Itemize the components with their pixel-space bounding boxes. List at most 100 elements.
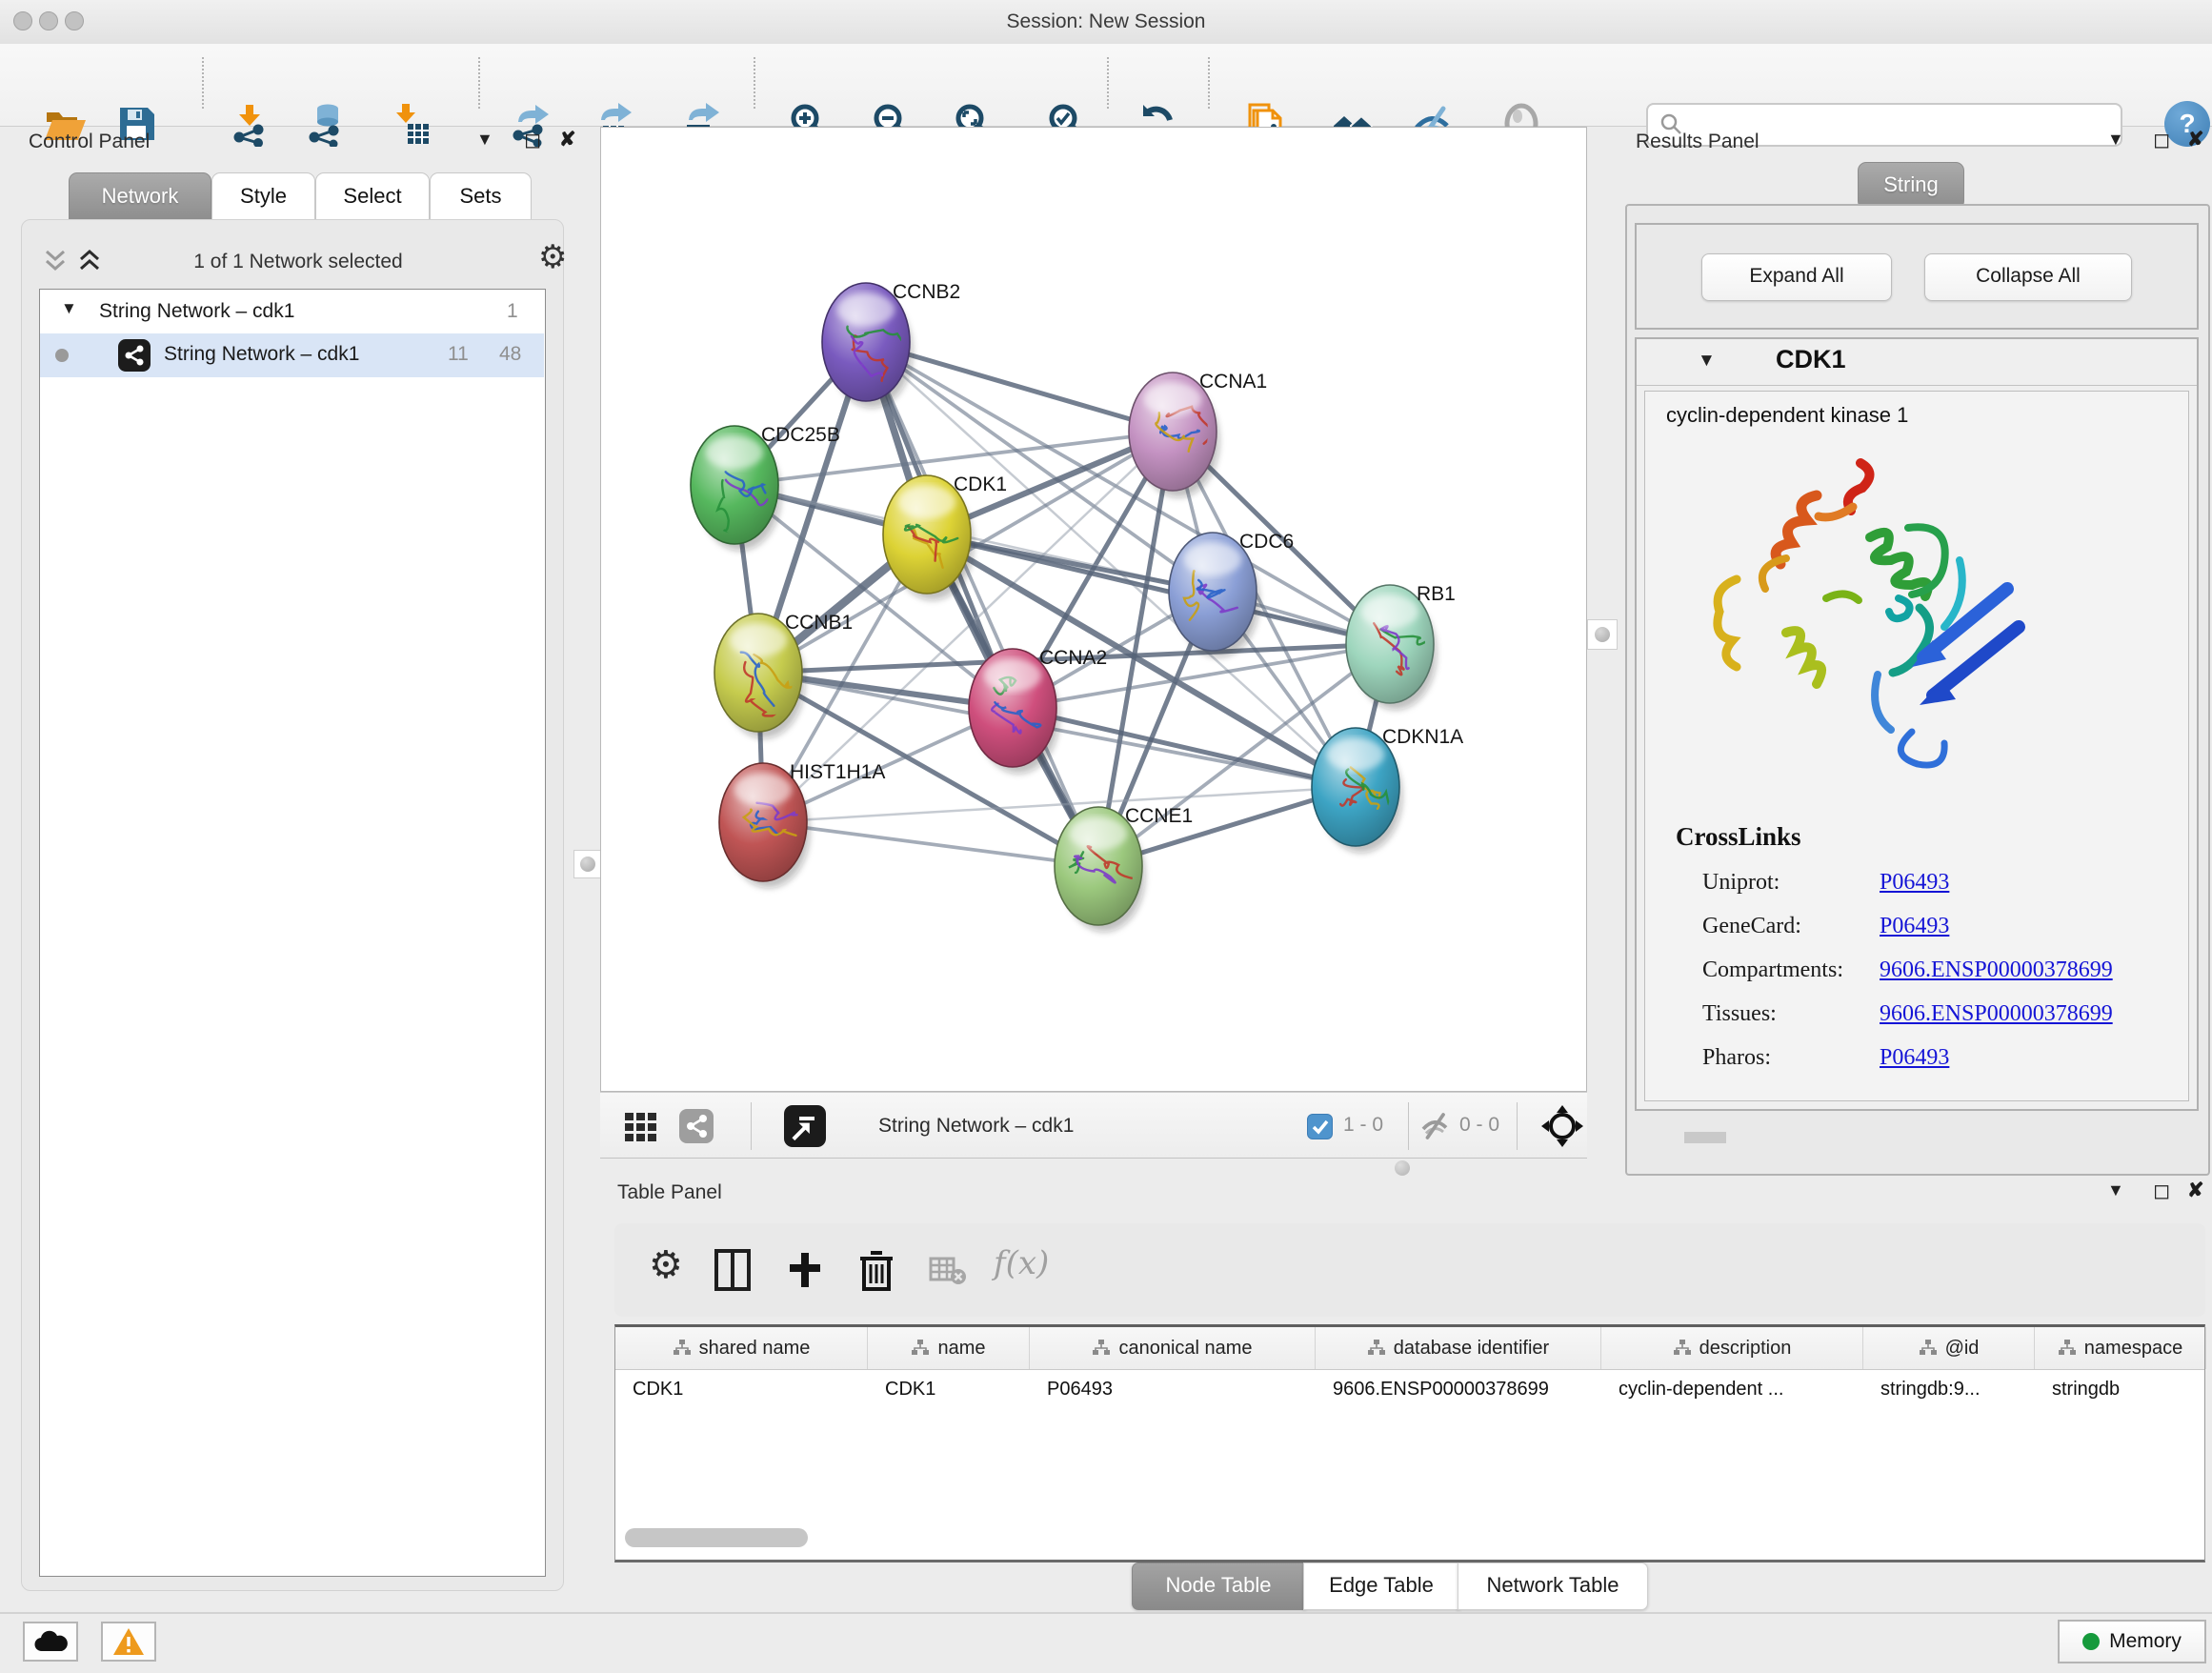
node-CDKN1A[interactable]: CDKN1A — [1312, 726, 1463, 853]
column-header-name[interactable]: name — [868, 1327, 1030, 1369]
panel-maximize-button[interactable]: ◻ — [524, 128, 541, 152]
tab-sets[interactable]: Sets — [430, 172, 532, 222]
gene-collapse-arrow-icon[interactable]: ▼ — [1698, 351, 1716, 372]
panel-float-button[interactable]: ▼ — [476, 130, 493, 150]
table-settings-gear[interactable]: ⚙ — [649, 1246, 683, 1284]
table-row[interactable]: CDK1CDK1P064939606.ENSP00000378699cyclin… — [615, 1370, 2204, 1408]
network-graph[interactable]: CCNB2CCNA1CDC25BCDK1CDC6RB1CCNB1CCNA2CDK… — [601, 128, 1586, 1091]
network-selected-summary: 1 of 1 Network selected — [127, 251, 470, 273]
main-toolbar: ? — [0, 44, 2212, 127]
node-label-CDC6: CDC6 — [1239, 531, 1294, 553]
string-share-badge-icon[interactable] — [679, 1109, 714, 1143]
crosslink-genecard[interactable]: P06493 — [1880, 914, 1949, 939]
tab-network[interactable]: Network — [69, 172, 211, 222]
column-header-canonical-name[interactable]: canonical name — [1030, 1327, 1316, 1369]
birdseye-grid-icon[interactable] — [624, 1109, 658, 1143]
panel-close-button[interactable]: ✘ — [2187, 1180, 2204, 1200]
node-table: shared name name canonical namedatabase id… — [614, 1324, 2205, 1562]
tab-node-table[interactable]: Node Table — [1132, 1562, 1305, 1610]
toolbar-separator — [1208, 57, 1210, 109]
edge-CCNA2-CDKN1A[interactable] — [1013, 708, 1356, 787]
node-label-CDKN1A: CDKN1A — [1382, 726, 1463, 748]
expand-all-button[interactable]: Expand All — [1701, 253, 1892, 301]
panel-maximize-button[interactable]: ◻ — [2153, 1179, 2170, 1203]
node-CCNE1[interactable]: CCNE1 — [1055, 805, 1193, 932]
tree-collapse-arrow-icon[interactable]: ▼ — [61, 299, 77, 318]
table-header-row[interactable]: shared name name canonical namedatabase id… — [615, 1327, 2204, 1370]
column-header-description[interactable]: description — [1601, 1327, 1863, 1369]
delete-column-icon[interactable] — [858, 1249, 895, 1291]
column-header-shared-name[interactable]: shared name — [615, 1327, 868, 1369]
panel-float-button[interactable]: ▼ — [2107, 1180, 2124, 1200]
crosslinks-title: CrossLinks — [1676, 822, 1801, 852]
tab-edge-table[interactable]: Edge Table — [1303, 1562, 1459, 1610]
selected-checkbox-icon[interactable] — [1307, 1114, 1333, 1139]
network-canvas[interactable]: CCNB2CCNA1CDC25BCDK1CDC6RB1CCNB1CCNA2CDK… — [600, 127, 1587, 1092]
tab-select[interactable]: Select — [315, 172, 430, 222]
tab-sets-label: Sets — [459, 184, 501, 208]
edge-HIST1H1A-CCNE1[interactable] — [763, 822, 1098, 866]
node-label-RB1: RB1 — [1417, 583, 1456, 605]
right-splitter-handle[interactable] — [1587, 619, 1618, 650]
tab-network-table-label: Network Table — [1487, 1573, 1619, 1597]
toolbar-divider — [1517, 1102, 1518, 1150]
fit-content-crosshair-icon[interactable] — [1539, 1103, 1585, 1149]
network-tab-container: 1 of 1 Network selected ⚙ ▼ String Netwo… — [21, 219, 564, 1591]
column-header-label: description — [1699, 1338, 1792, 1360]
node-label-CCNB1: CCNB1 — [785, 612, 853, 634]
show-columns-icon[interactable] — [714, 1249, 752, 1291]
network-options-gear[interactable]: ⚙ — [538, 241, 567, 273]
column-header-namespace[interactable]: namespace — [2035, 1327, 2206, 1369]
node-CCNB2[interactable]: CCNB2 — [822, 281, 960, 408]
table-hscrollbar[interactable] — [619, 1525, 2199, 1550]
add-column-icon[interactable] — [786, 1251, 824, 1289]
tab-string[interactable]: String — [1858, 162, 1964, 210]
column-header-label: shared name — [699, 1338, 811, 1360]
crosslink-compartments[interactable]: 9606.ENSP00000378699 — [1880, 957, 2113, 983]
left-splitter-handle[interactable] — [573, 850, 602, 878]
tab-network-table[interactable]: Network Table — [1458, 1562, 1648, 1610]
toolbar-separator — [1107, 57, 1109, 109]
window-title: Session: New Session — [0, 0, 2212, 44]
crosslink-pharos[interactable]: P06493 — [1880, 1045, 1949, 1071]
expand-all-icon[interactable] — [77, 249, 110, 273]
memory-button[interactable]: Memory — [2058, 1620, 2206, 1663]
panel-maximize-button[interactable]: ◻ — [2153, 128, 2170, 152]
crosslink-label: Uniprot: — [1702, 870, 1780, 896]
column-type-icon — [673, 1339, 692, 1358]
column-header--id[interactable]: @id — [1863, 1327, 2035, 1369]
table-cell: CDK1 — [868, 1370, 1030, 1408]
collapse-all-button[interactable]: Collapse All — [1924, 253, 2132, 301]
panel-close-button[interactable]: ✘ — [559, 130, 576, 150]
network-node-count: 11 — [448, 343, 469, 366]
node-CCNA2[interactable]: CCNA2 — [969, 647, 1107, 774]
column-header-label: name — [937, 1338, 985, 1360]
node-RB1[interactable]: RB1 — [1346, 583, 1456, 710]
column-header-label: namespace — [2084, 1338, 2182, 1360]
cloud-status-button[interactable] — [23, 1622, 78, 1662]
node-CCNA1[interactable]: CCNA1 — [1129, 371, 1267, 497]
node-HIST1H1A[interactable]: HIST1H1A — [719, 761, 885, 888]
hscrollbar-thumb[interactable] — [625, 1528, 808, 1547]
node-CCNB1[interactable]: CCNB1 — [714, 612, 853, 738]
network-tree-root-row[interactable]: ▼ String Network – cdk1 1 — [40, 292, 544, 333]
warning-status-button[interactable] — [101, 1622, 156, 1662]
tab-network-label: Network — [102, 184, 179, 208]
column-header-database-identifier[interactable]: database identifier — [1316, 1327, 1601, 1369]
node-label-CDC25B: CDC25B — [761, 424, 840, 446]
memory-label: Memory — [2109, 1630, 2182, 1653]
hidden-eye-slash-icon[interactable] — [1418, 1109, 1452, 1143]
panel-float-button[interactable]: ▼ — [2107, 130, 2124, 150]
open-in-window-badge[interactable] — [784, 1105, 826, 1147]
panel-close-button[interactable]: ✘ — [2187, 130, 2204, 150]
crosslink-tissues[interactable]: 9606.ENSP00000378699 — [1880, 1001, 2113, 1027]
tab-style[interactable]: Style — [211, 172, 315, 222]
node-label-HIST1H1A: HIST1H1A — [790, 761, 885, 783]
results-scrollbar-piece[interactable] — [1684, 1132, 1726, 1143]
column-type-icon — [1919, 1339, 1938, 1358]
edge-CCNB2-CCNE1[interactable] — [866, 342, 1098, 866]
node-CDC6[interactable]: CDC6 — [1169, 531, 1294, 657]
collapse-all-icon[interactable] — [43, 249, 75, 273]
crosslink-uniprot[interactable]: P06493 — [1880, 870, 1949, 896]
network-tree-child-row[interactable]: String Network – cdk1 11 48 — [40, 333, 544, 377]
